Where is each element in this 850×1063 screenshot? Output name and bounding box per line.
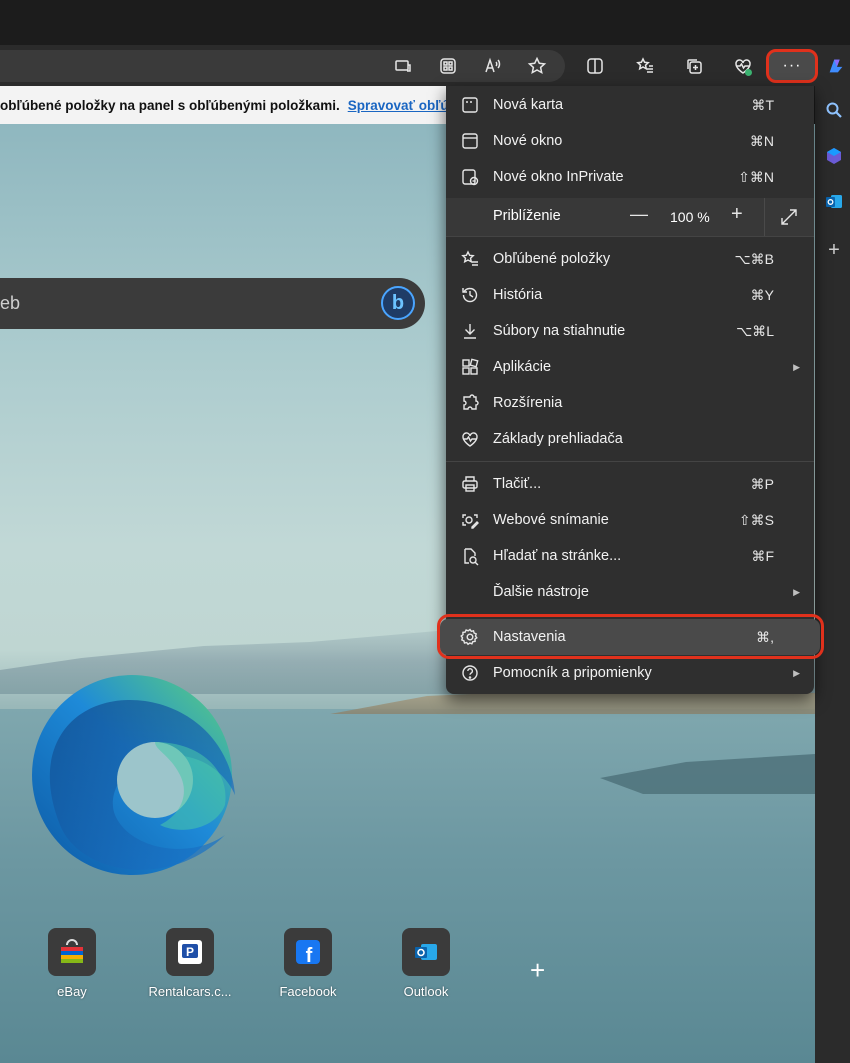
heartbeat-icon [460, 429, 480, 449]
zoom-row: Priblíženie — 100 % + [446, 198, 814, 236]
tile-label: Facebook [279, 984, 337, 999]
menu-item-find-on-page[interactable]: Hľadať na stránke... ⌘F [446, 538, 814, 574]
apps-grid-icon[interactable] [434, 52, 462, 80]
menu-item-new-window[interactable]: Nové okno ⌘N [446, 123, 814, 159]
quick-link-ebay[interactable]: eBay [17, 928, 127, 999]
svg-text:P: P [186, 945, 194, 959]
browser-essentials-icon[interactable] [729, 52, 757, 80]
web-capture-icon [460, 510, 480, 530]
add-quick-link-button[interactable]: + [530, 955, 545, 986]
search-icon[interactable] [824, 100, 844, 120]
zoom-out-button[interactable]: — [630, 204, 648, 225]
svg-text:f: f [306, 945, 313, 966]
menu-separator [446, 461, 814, 462]
inprivate-icon [460, 167, 480, 187]
zoom-divider [764, 198, 765, 236]
submenu-arrow-icon: ▶ [793, 361, 800, 372]
quick-link-outlook[interactable]: Outlook [371, 928, 481, 999]
add-sidebar-app-icon[interactable]: + [824, 239, 844, 261]
quick-link-rentalcars[interactable]: P Rentalcars.c... [135, 928, 245, 999]
menu-item-history[interactable]: História ⌘Y [446, 277, 814, 313]
zoom-level: 100 % [670, 209, 710, 225]
fullscreen-icon[interactable] [780, 208, 798, 226]
tile-label: eBay [57, 984, 87, 999]
web-search-box[interactable]: eb b [0, 278, 425, 329]
menu-separator [446, 614, 814, 615]
outlook-icon [402, 928, 450, 976]
favorites-icon [460, 249, 480, 269]
submenu-arrow-icon: ▶ [793, 586, 800, 597]
menu-item-help-and-feedback[interactable]: Pomocník a pripomienky ▶ [446, 655, 814, 691]
menu-separator [446, 236, 814, 237]
quick-links: eBay P Rentalcars.c... f Facebook Outloo… [0, 928, 815, 1008]
menu-item-settings[interactable]: Nastavenia ⌘, [440, 619, 820, 655]
favbar-text: obľúbené položky na panel s obľúbenými p… [0, 97, 340, 113]
download-icon [460, 321, 480, 341]
bing-chat-icon[interactable]: b [381, 286, 415, 320]
menu-item-favorites[interactable]: Obľúbené položky ⌥⌘B [446, 241, 814, 277]
copilot-icon[interactable] [826, 56, 846, 76]
apps-icon [460, 357, 480, 377]
collections-icon[interactable] [680, 52, 708, 80]
zoom-in-button[interactable]: + [731, 203, 743, 226]
help-icon [460, 663, 480, 683]
favorites-bar-notice: obľúbené položky na panel s obľúbenými p… [0, 86, 446, 124]
menu-item-new-tab[interactable]: Nová karta ⌘T [446, 87, 814, 123]
rentalcars-icon: P [166, 928, 214, 976]
menu-item-apps[interactable]: Aplikácie ▶ [446, 349, 814, 385]
favorites-list-icon[interactable] [631, 52, 659, 80]
more-icon: ··· [782, 57, 802, 74]
facebook-icon: f [284, 928, 332, 976]
menu-item-browser-essentials[interactable]: Základy prehliadača [446, 421, 814, 457]
menu-item-downloads[interactable]: Súbory na stiahnutie ⌥⌘L [446, 313, 814, 349]
settings-gear-icon [460, 627, 480, 647]
new-window-icon [460, 131, 480, 151]
outlook-sidebar-icon[interactable] [824, 192, 844, 212]
title-bar [0, 0, 850, 46]
print-icon [460, 474, 480, 494]
menu-item-print[interactable]: Tlačiť... ⌘P [446, 466, 814, 502]
app-view-icon[interactable] [389, 52, 417, 80]
menu-item-more-tools[interactable]: Ďalšie nástroje ▶ [446, 574, 814, 610]
favorite-star-icon[interactable] [523, 52, 551, 80]
read-aloud-icon[interactable] [479, 52, 507, 80]
tile-label: Rentalcars.c... [148, 984, 232, 999]
submenu-arrow-icon: ▶ [793, 667, 800, 678]
edge-sidebar [815, 86, 850, 1063]
zoom-label: Priblíženie [493, 208, 561, 224]
manage-favorites-link[interactable]: Spravovať obľú [348, 98, 446, 113]
status-dot [745, 69, 752, 76]
history-icon [460, 285, 480, 305]
search-input[interactable]: eb [0, 293, 20, 314]
menu-item-web-capture[interactable]: Webové snímanie ⇧⌘S [446, 502, 814, 538]
new-tab-icon [460, 95, 480, 115]
tile-label: Outlook [403, 984, 449, 999]
find-icon [460, 546, 480, 566]
quick-link-facebook[interactable]: f Facebook [253, 928, 363, 999]
settings-and-more-menu: Nová karta ⌘T Nové okno ⌘N Nové okno InP… [440, 86, 820, 694]
menu-item-extensions[interactable]: Rozšírenia [446, 385, 814, 421]
extensions-icon [460, 393, 480, 413]
more-options-button[interactable]: ··· [766, 49, 818, 83]
ebay-icon [48, 928, 96, 976]
split-screen-icon[interactable] [581, 52, 609, 80]
shopping-icon[interactable] [824, 146, 844, 166]
edge-logo [32, 675, 235, 875]
menu-item-new-inprivate-window[interactable]: Nové okno InPrivate ⇧⌘N [446, 159, 814, 195]
